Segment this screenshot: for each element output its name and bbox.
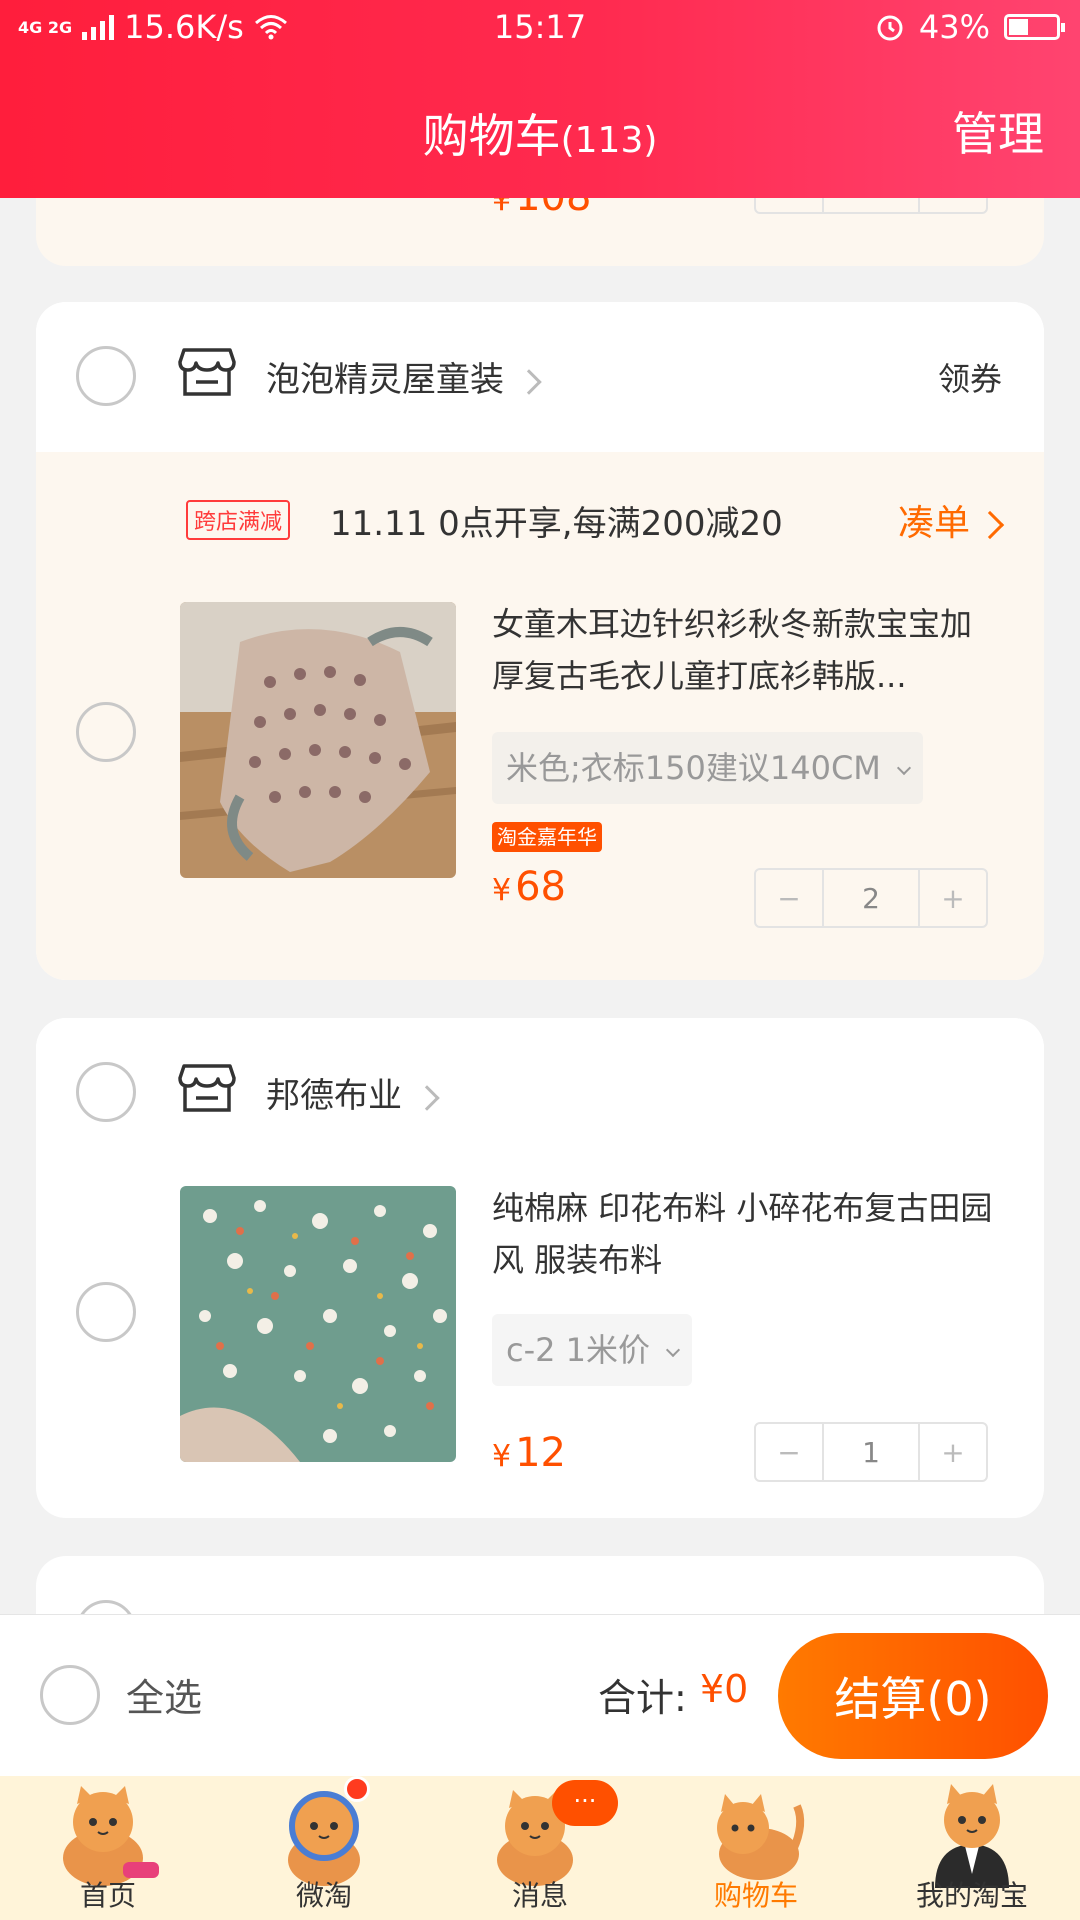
- select-all-checkbox[interactable]: [40, 1665, 100, 1725]
- shop-checkbox[interactable]: [76, 346, 136, 406]
- top-header: 4G 2G 15.6K/s 15:17 43% 购物车(113) 管理: [0, 0, 1080, 198]
- sku-value: c-2 1米价: [506, 1331, 651, 1369]
- select-all-label[interactable]: 全选: [126, 1667, 202, 1722]
- total-value: ¥0: [700, 1667, 749, 1711]
- tab-cart[interactable]: 购物车: [648, 1776, 864, 1920]
- price-value: 68: [515, 864, 566, 910]
- product-title-link[interactable]: 女童木耳边针织衫秋冬新款宝宝加厚复古毛衣儿童打底衫韩版...: [492, 598, 1002, 702]
- shop-checkbox[interactable]: [76, 1062, 136, 1122]
- message-badge: ···: [552, 1780, 618, 1826]
- checkout-bar: 全选 合计: ¥0 结算(0): [0, 1614, 1080, 1776]
- bottom-tab-bar: 首页 微淘 消息 购物车 我的淘宝: [0, 1776, 1080, 1920]
- shop-card: 泡泡精灵屋童装 领券 跨店满减 11.11 0点开享,每满200减20 凑单 女…: [36, 302, 1044, 980]
- increase-button[interactable]: +: [920, 870, 986, 926]
- carnival-badge: 淘金嘉年华: [492, 822, 602, 852]
- chevron-right-icon: [414, 1084, 440, 1111]
- product-image-fabric[interactable]: [180, 1186, 456, 1462]
- item-checkbox[interactable]: [76, 1282, 136, 1342]
- shop-header: 泡泡精灵屋童装 领券: [36, 302, 1044, 452]
- quantity-stepper[interactable]: − 2 +: [754, 868, 988, 928]
- increase-button[interactable]: +: [920, 1424, 986, 1480]
- tab-label: 购物车: [713, 1879, 798, 1912]
- quantity-input[interactable]: 2: [822, 870, 920, 926]
- currency-symbol: ¥: [492, 873, 512, 908]
- chevron-right-icon: [975, 510, 1005, 540]
- tab-label: 消息: [511, 1879, 568, 1912]
- cat-cart-icon: [717, 1794, 805, 1880]
- get-coupon-button[interactable]: 领券: [938, 354, 1002, 400]
- decrease-button[interactable]: −: [756, 870, 822, 926]
- status-bar-right: 43%: [875, 8, 1065, 46]
- tab-my-taobao[interactable]: 我的淘宝: [864, 1776, 1080, 1920]
- battery-icon: [1004, 14, 1065, 40]
- tab-home[interactable]: 首页: [0, 1776, 216, 1920]
- promo-tag: 跨店满减: [186, 500, 291, 540]
- add-more-label: 凑单: [897, 503, 970, 544]
- tab-label: 微淘: [295, 1879, 352, 1912]
- shop-name-link[interactable]: 泡泡精灵屋童装: [266, 352, 542, 401]
- notification-dot: [344, 1776, 370, 1802]
- shop-name-link[interactable]: 邦德布业: [266, 1068, 440, 1117]
- cat-profile-icon: [935, 1784, 1009, 1888]
- cat-home-icon: [63, 1786, 159, 1886]
- shop-card: 邦德布业 纯棉麻 印花布料 小碎花布复古田园风 服装布料 c-2 1米价 ¥12: [36, 1018, 1044, 1518]
- promo-area: 跨店满减 11.11 0点开享,每满200减20 凑单 女童木耳边针织衫秋冬新款…: [36, 452, 1044, 980]
- item-price: ¥68: [492, 864, 566, 910]
- page-title: 购物车(113): [0, 100, 1080, 166]
- quantity-input[interactable]: 1: [822, 1424, 920, 1480]
- shop-name: 泡泡精灵屋童装: [266, 360, 504, 400]
- chevron-down-icon: [896, 760, 911, 776]
- page-title-text: 购物车: [422, 109, 561, 163]
- chevron-right-icon: [516, 368, 542, 395]
- checkout-button[interactable]: 结算(0): [778, 1633, 1048, 1759]
- item-price: ¥12: [492, 1430, 566, 1476]
- shop-name: 邦德布业: [266, 1076, 402, 1116]
- quantity-stepper[interactable]: − 1 +: [754, 1422, 988, 1482]
- shop-header: 邦德布业: [36, 1018, 1044, 1168]
- alarm-icon: [877, 15, 903, 41]
- currency-symbol: ¥: [492, 1439, 512, 1474]
- add-more-link[interactable]: 凑单: [897, 494, 1005, 546]
- product-image-sweater[interactable]: [180, 602, 456, 878]
- total-label: 合计:: [598, 1676, 687, 1720]
- item-checkbox[interactable]: [76, 702, 136, 762]
- sku-value: 米色;衣标150建议140CM: [506, 749, 881, 787]
- cart-count: (113): [560, 120, 658, 161]
- chevron-down-icon: [665, 1342, 681, 1358]
- tab-label: 首页: [79, 1879, 136, 1912]
- store-icon: [178, 348, 236, 396]
- decrease-button[interactable]: −: [756, 1424, 822, 1480]
- battery-percent: 43%: [918, 8, 990, 46]
- tab-label: 我的淘宝: [915, 1879, 1028, 1912]
- price-value: 12: [515, 1430, 566, 1476]
- sku-selector[interactable]: c-2 1米价: [492, 1314, 693, 1386]
- promo-text: 11.11 0点开享,每满200减20: [330, 504, 783, 544]
- store-icon: [178, 1064, 236, 1112]
- product-title-link[interactable]: 纯棉麻 印花布料 小碎花布复古田园风 服装布料: [492, 1182, 1002, 1286]
- sku-selector[interactable]: 米色;衣标150建议140CM: [492, 732, 923, 804]
- tab-weitao[interactable]: 微淘: [216, 1776, 432, 1920]
- manage-button[interactable]: 管理: [952, 98, 1044, 164]
